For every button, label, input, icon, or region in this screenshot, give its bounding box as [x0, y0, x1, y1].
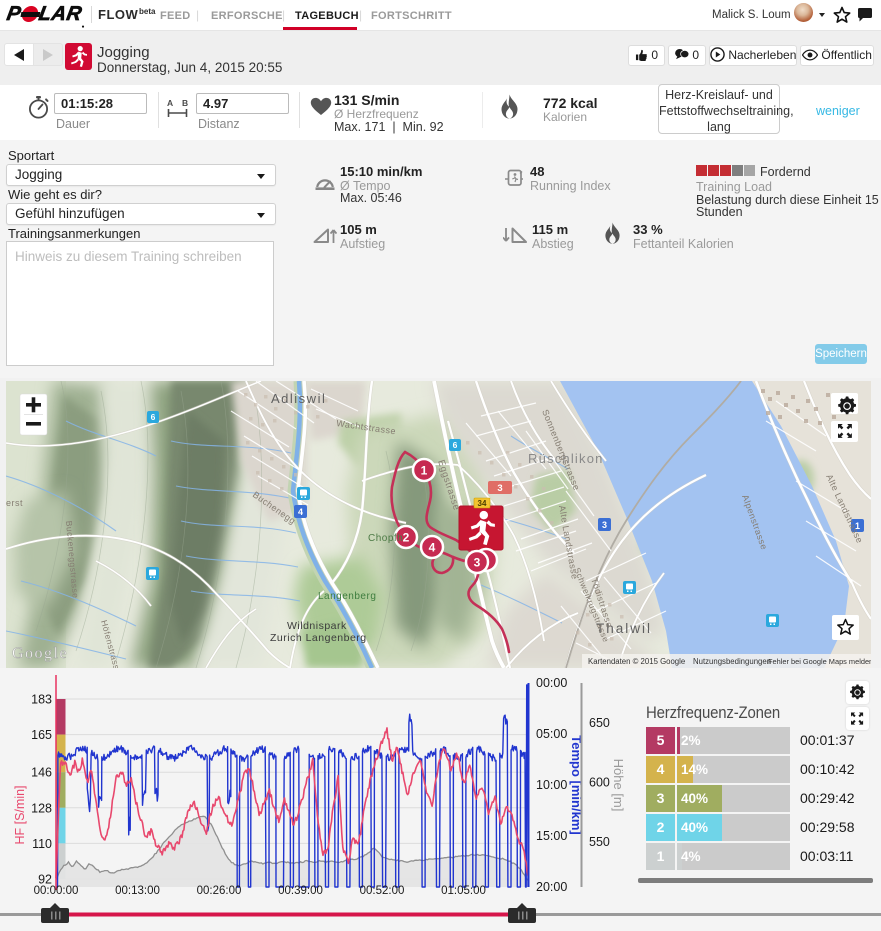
svg-text:Chopfh: Chopfh	[368, 533, 403, 544]
svg-text:146: 146	[31, 766, 52, 780]
svg-text:183: 183	[31, 693, 52, 707]
svg-text:4: 4	[298, 507, 303, 517]
svg-text:B: B	[182, 98, 188, 108]
svg-text:6: 6	[151, 412, 156, 422]
svg-text:05:00: 05:00	[536, 727, 567, 741]
svg-text:Fehler bei Google Maps melden: Fehler bei Google Maps melden	[768, 657, 871, 666]
svg-text:650: 650	[589, 716, 610, 730]
svg-text:34: 34	[478, 499, 487, 508]
svg-text:Nutzungsbedingungen: Nutzungsbedingungen	[693, 657, 771, 666]
svg-text:Zurich Langenberg: Zurich Langenberg	[270, 632, 367, 644]
svg-text:165: 165	[31, 728, 52, 742]
svg-text:600: 600	[589, 776, 610, 790]
svg-text:00:39:00: 00:39:00	[278, 885, 323, 897]
svg-text:Google: Google	[12, 645, 68, 662]
svg-text:00:13:00: 00:13:00	[115, 885, 160, 897]
svg-text:15:00: 15:00	[536, 829, 567, 843]
svg-text:Wildnispark: Wildnispark	[287, 620, 347, 632]
svg-text:110: 110	[32, 837, 52, 851]
svg-text:Adliswil: Adliswil	[271, 391, 326, 406]
svg-text:00:00:00: 00:00:00	[34, 885, 79, 897]
svg-text:4: 4	[429, 541, 436, 555]
svg-text:00:52:00: 00:52:00	[360, 885, 405, 897]
svg-text:HF [S/min]: HF [S/min]	[13, 785, 27, 844]
svg-text:20:00: 20:00	[536, 880, 567, 894]
svg-text:2: 2	[403, 531, 410, 545]
svg-text:128: 128	[31, 801, 52, 815]
svg-text:3: 3	[497, 483, 502, 494]
svg-text:00:00: 00:00	[536, 676, 567, 690]
svg-text:1: 1	[421, 464, 428, 478]
svg-text:3: 3	[602, 520, 607, 530]
svg-text:Höhe [m]: Höhe [m]	[611, 759, 626, 812]
svg-text:erst: erst	[6, 498, 23, 508]
svg-text:10:00: 10:00	[536, 778, 567, 792]
svg-text:Kartendaten © 2015 Google: Kartendaten © 2015 Google	[588, 657, 685, 666]
svg-text:Langenberg: Langenberg	[318, 591, 376, 602]
svg-text:00:26:00: 00:26:00	[197, 885, 242, 897]
svg-text:550: 550	[589, 835, 610, 849]
svg-text:A: A	[167, 98, 173, 108]
svg-text:3: 3	[474, 556, 481, 570]
svg-text:01:05:00: 01:05:00	[441, 885, 486, 897]
svg-text:6: 6	[453, 440, 458, 450]
